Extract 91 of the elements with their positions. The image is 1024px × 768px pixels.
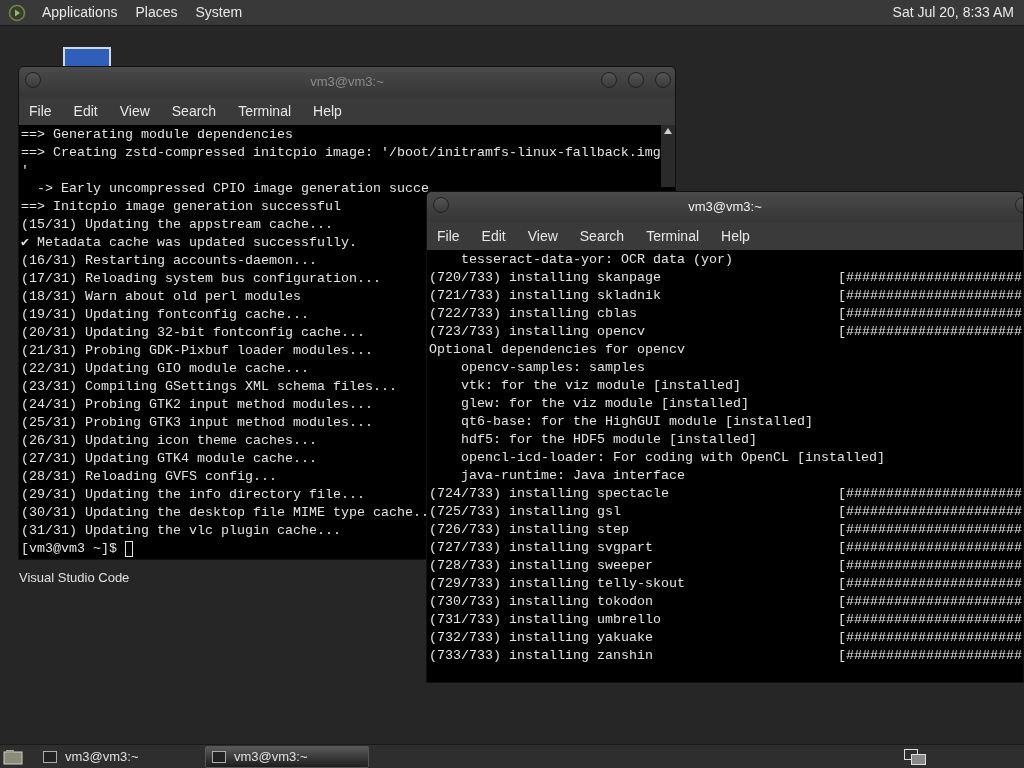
progress-text: [###################### [838, 290, 1022, 302]
terminal-line: (729/733) installing telly-skout [429, 578, 686, 590]
terminal-line: (30/31) Updating the desktop file MIME type cache.. [21, 507, 429, 519]
terminal-line: Optional dependencies for opencv [429, 344, 685, 356]
terminal-line: ==> Initcpio image generation successful [21, 201, 341, 213]
progress-text: [###################### [838, 596, 1022, 608]
scrollbar[interactable] [661, 125, 675, 187]
menu-item[interactable]: View [119, 100, 150, 122]
show-desktop-icon[interactable] [3, 747, 23, 766]
menu-item[interactable]: Help [313, 100, 342, 122]
terminal-line: (17/31) Reloading system bus configuration... [21, 273, 381, 285]
terminal-line: (20/31) Updating 32-bit fontconfig cache... [21, 327, 365, 339]
panel-menu[interactable]: Applications [40, 2, 120, 23]
terminal-line: (31/31) Updating the vlc plugin cache... [21, 525, 341, 537]
terminal-line: (25/31) Probing GTK3 input method modules... [21, 417, 373, 429]
taskbar-button[interactable]: vm3@vm3:~ [37, 745, 201, 768]
menu-item[interactable]: Search [579, 225, 625, 247]
cursor-icon [125, 541, 133, 557]
menu-item[interactable]: Terminal [646, 225, 700, 247]
terminal-line: (15/31) Updating the appstream cache... [21, 219, 333, 231]
progress-text: [###################### [838, 308, 1022, 320]
progress-text: [###################### [838, 650, 1022, 662]
terminal-line: ' [21, 165, 29, 177]
terminal-line: ==> Generating module dependencies [21, 129, 293, 141]
scroll-up-icon[interactable] [663, 127, 673, 135]
menu-logo-icon[interactable] [8, 3, 26, 22]
terminal-line: (730/733) installing tokodon [429, 596, 654, 608]
terminal-line: (28/31) Reloading GVFS config... [21, 471, 277, 483]
terminal-line: (720/733) installing skanpage [429, 272, 662, 284]
progress-text: [###################### [838, 506, 1022, 518]
panel-menu[interactable]: Places [133, 2, 180, 23]
terminal-line: (731/733) installing umbrello [429, 614, 662, 626]
terminal-line: (24/31) Probing GTK2 input method modules... [21, 399, 373, 411]
terminal-line: vtk: for the viz module [installed] [460, 380, 741, 392]
terminal-icon [43, 750, 57, 763]
progress-text: [###################### [838, 578, 1022, 590]
taskbar-button[interactable]: vm3@vm3:~ [205, 745, 369, 768]
desktop-app-icon[interactable] [63, 47, 111, 66]
terminal-line: hdf5: for the HDF5 module [installed] [460, 434, 757, 446]
terminal-line: (724/733) installing spectacle [429, 488, 670, 500]
progress-text: [###################### [838, 542, 1022, 554]
terminal-line: tesseract-data-yor: OCR data (yor) [460, 254, 733, 266]
progress-text: [###################### [838, 326, 1022, 338]
menu-item[interactable]: Search [171, 100, 217, 122]
terminal-line: (27/31) Updating GTK4 module cache... [21, 453, 317, 465]
window-title: vm3@vm3:~ [310, 73, 384, 92]
terminal-line: (22/31) Updating GIO module cache... [21, 363, 309, 375]
terminal-line: (725/733) installing gsl [429, 506, 622, 518]
menu-item[interactable]: View [527, 225, 558, 247]
terminal-line: (727/733) installing svgpart [429, 542, 654, 554]
terminal-line: (23/31) Compiling GSettings XML schema files... [21, 381, 397, 393]
progress-text: [###################### [838, 524, 1022, 536]
terminal-line: (26/31) Updating icon theme caches... [21, 435, 317, 447]
terminal-line: (19/31) Updating fontconfig cache... [21, 309, 309, 321]
terminal-line: (18/31) Warn about old perl modules [21, 291, 301, 303]
terminal-line: (723/733) installing opencv [429, 326, 646, 338]
progress-text: [###################### [838, 614, 1022, 626]
menu-item[interactable]: Help [721, 225, 750, 247]
panel-menu[interactable]: System [193, 2, 245, 23]
window-title: vm3@vm3:~ [688, 198, 762, 217]
terminal-line: (16/31) Restarting accounts-daemon... [21, 255, 317, 267]
terminal-line: ==> Creating zstd-compressed initcpio image: '/boot/initramfs-linux-fallback.img [21, 147, 661, 159]
terminal-line: -> Early uncompressed CPIO image generation succe [36, 183, 429, 195]
progress-text: [###################### [838, 632, 1022, 644]
terminal-line: (721/733) installing skladnik [429, 290, 662, 302]
terminal-line: (733/733) installing zanshin [429, 650, 654, 662]
menu-item[interactable]: Edit [481, 225, 506, 247]
terminal-line: (726/733) installing step [429, 524, 630, 536]
terminal-line: glew: for the viz module [installed] [460, 398, 749, 410]
terminal-line: (29/31) Updating the info directory file... [21, 489, 365, 501]
progress-text: [###################### [838, 560, 1022, 572]
menu-item[interactable]: File [437, 225, 460, 247]
terminal-line: qt6-base: for the HighGUI module [installed] [460, 416, 813, 428]
progress-text: [###################### [838, 488, 1022, 500]
workspace-switcher-icon[interactable] [904, 748, 926, 765]
terminal-line: ✔ Metadata cache was updated successfully. [21, 237, 357, 249]
terminal-line: (732/733) installing yakuake [429, 632, 654, 644]
terminal-prompt: [vm3@vm3 ~]$ [21, 540, 117, 558]
desktop-icon-label[interactable]: Visual Studio Code [19, 568, 130, 588]
terminal-line: (21/31) Probing GDK-Pixbuf loader modules... [21, 345, 373, 357]
menu-item[interactable]: Terminal [238, 100, 292, 122]
menu-item[interactable]: File [29, 100, 52, 122]
menu-item[interactable]: Edit [73, 100, 98, 122]
terminal-icon [212, 750, 226, 763]
progress-text: [###################### [838, 272, 1022, 284]
clock[interactable]: Sat Jul 20, 8:33 AM [892, 2, 1016, 23]
terminal-line: java-runtime: Java interface [460, 470, 685, 482]
terminal-line: (722/733) installing cblas [429, 308, 638, 320]
terminal-line: opencl-icd-loader: For coding with OpenCL [installed] [460, 452, 885, 464]
terminal-line: opencv-samples: samples [460, 362, 645, 374]
terminal-line: (728/733) installing sweeper [429, 560, 654, 572]
